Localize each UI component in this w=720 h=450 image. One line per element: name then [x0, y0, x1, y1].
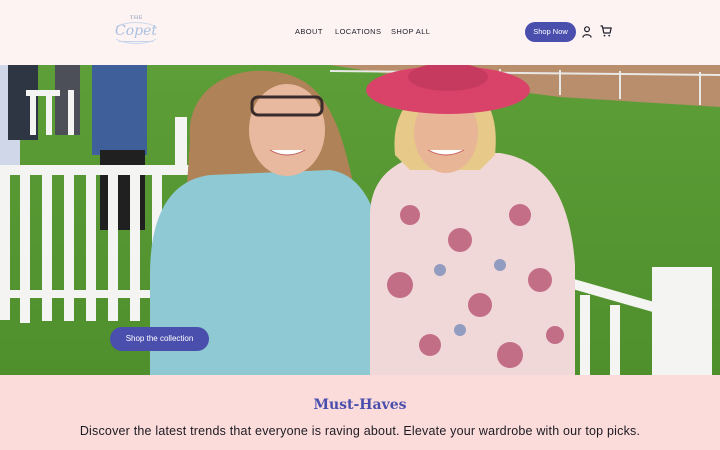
site-header: THE Copet ABOUT LOCATIONS SHOP ALL Shop …: [0, 0, 720, 65]
account-icon[interactable]: [582, 26, 592, 38]
hero-photo: [0, 65, 720, 375]
section-title: Must-Haves: [313, 397, 407, 413]
must-haves-section: Must-Haves Discover the latest trends th…: [0, 375, 720, 450]
hero-banner: Shop the collection: [0, 65, 720, 375]
logo-underline: [119, 41, 153, 44]
shop-collection-button[interactable]: Shop the collection: [110, 327, 209, 351]
logo-main-text: Copet: [115, 23, 158, 39]
brand-logo[interactable]: THE Copet: [109, 14, 163, 50]
section-description: Discover the latest trends that everyone…: [79, 424, 641, 438]
nav-locations[interactable]: LOCATIONS: [335, 27, 381, 36]
cart-icon[interactable]: [600, 25, 612, 37]
shop-now-button[interactable]: Shop Now: [525, 22, 576, 42]
nav-shop-all[interactable]: SHOP ALL: [391, 27, 430, 36]
nav-about[interactable]: ABOUT: [295, 27, 323, 36]
logo-small-text: THE: [130, 15, 143, 21]
